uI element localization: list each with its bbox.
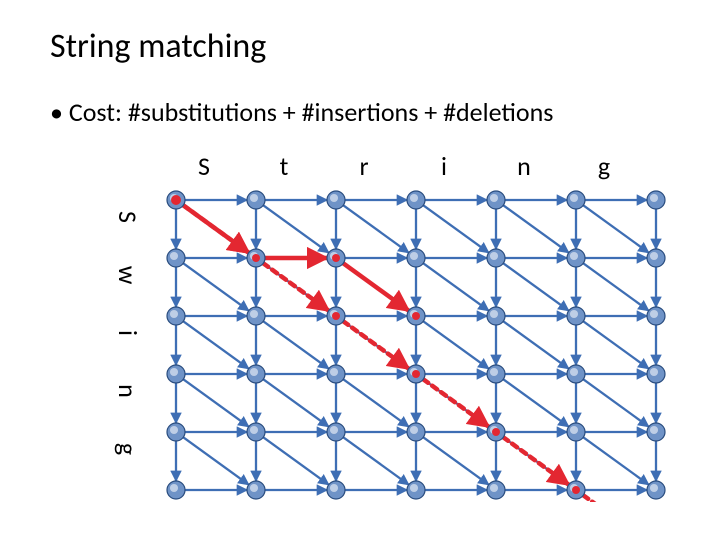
x-label: t: [280, 150, 289, 182]
x-label: g: [598, 150, 610, 182]
y-label: S: [112, 211, 144, 223]
y-label: g: [112, 443, 144, 455]
x-label: n: [517, 150, 531, 182]
bullet-cost: Cost: #substitutions + #insertions + #de…: [50, 96, 553, 128]
y-label: w: [112, 266, 144, 285]
x-label: r: [359, 150, 368, 182]
y-label: n: [112, 384, 144, 398]
edges: [176, 200, 656, 490]
slide: String matching Cost: #substitutions + #…: [0, 0, 720, 540]
x-label: S: [198, 150, 210, 182]
y-label: i: [112, 330, 144, 336]
edit-distance-grid: [164, 188, 668, 507]
grid-svg: [164, 188, 668, 502]
x-label: i: [441, 150, 447, 182]
page-title: String matching: [50, 26, 266, 67]
